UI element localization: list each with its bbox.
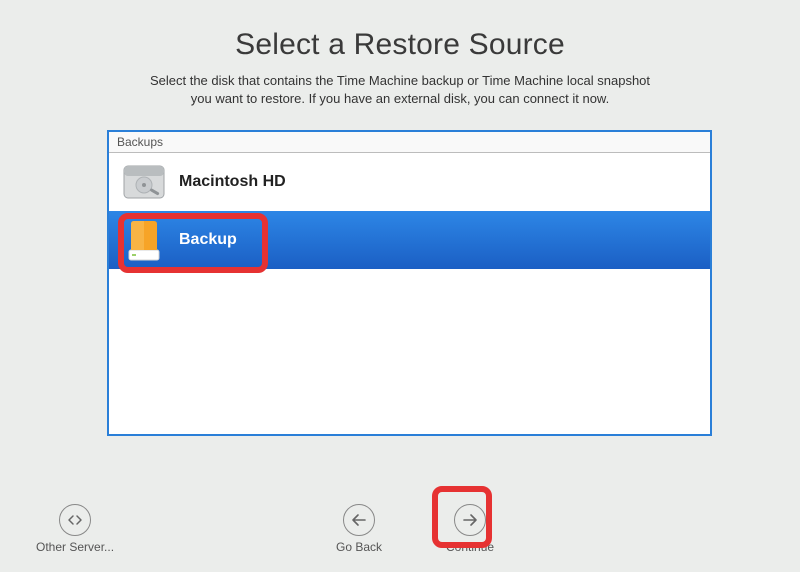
arrow-left-icon bbox=[343, 504, 375, 536]
list-item-label: Macintosh HD bbox=[179, 173, 286, 191]
network-icon bbox=[59, 504, 91, 536]
subtitle-line-1: Select the disk that contains the Time M… bbox=[150, 73, 650, 88]
page-subtitle: Select the disk that contains the Time M… bbox=[0, 72, 800, 107]
arrow-right-icon bbox=[454, 504, 486, 536]
header: Select a Restore Source Select the disk … bbox=[0, 0, 800, 107]
list-column-header: Backups bbox=[109, 132, 710, 153]
button-label: Other Server... bbox=[36, 540, 114, 554]
list-body: Macintosh HD Backup bbox=[109, 153, 710, 434]
button-label: Continue bbox=[446, 540, 494, 554]
subtitle-line-2: you want to restore. If you have an exte… bbox=[191, 91, 609, 106]
list-item-label: Backup bbox=[179, 231, 237, 249]
external-hd-icon bbox=[123, 218, 165, 262]
internal-hd-icon bbox=[123, 160, 165, 204]
restore-source-list: Backups Macintosh HD bbox=[107, 130, 712, 436]
list-item-macintosh-hd[interactable]: Macintosh HD bbox=[109, 153, 710, 211]
button-label: Go Back bbox=[336, 540, 382, 554]
other-server-button[interactable]: Other Server... bbox=[36, 504, 114, 554]
page-title: Select a Restore Source bbox=[0, 28, 800, 62]
go-back-button[interactable]: Go Back bbox=[336, 504, 382, 554]
continue-button[interactable]: Continue bbox=[446, 504, 494, 554]
list-item-backup[interactable]: Backup bbox=[109, 211, 710, 269]
